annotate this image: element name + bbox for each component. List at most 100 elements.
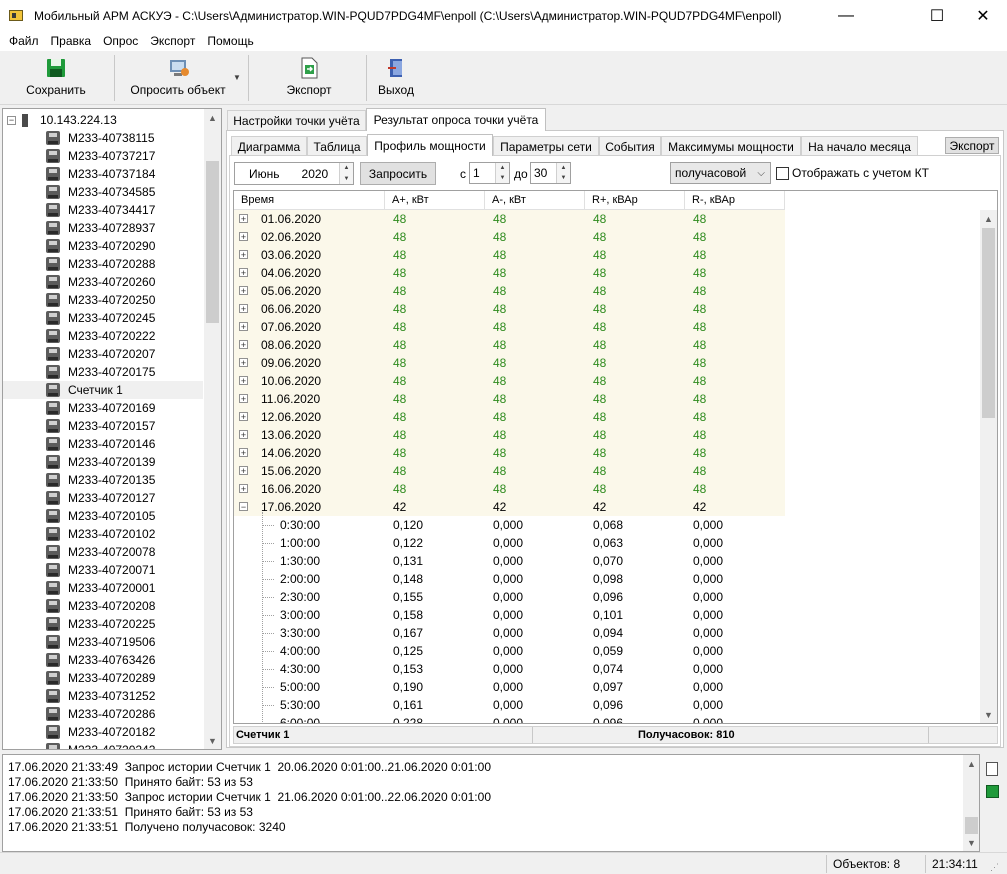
expand-icon[interactable]: + (239, 232, 248, 241)
poll-object-button[interactable]: Опросить объект (124, 54, 232, 102)
tab-power-maximums[interactable]: Максимумы мощности (661, 136, 801, 156)
col-header-r-plus[interactable]: R+, кВАр (585, 191, 685, 210)
table-row[interactable]: +16.06.2020 48 48 48 48 (234, 480, 785, 498)
col-header-r-minus[interactable]: R-, кВАр (685, 191, 785, 210)
table-row[interactable]: +13.06.2020 48 48 48 48 (234, 426, 785, 444)
scroll-down-icon[interactable]: ▼ (980, 706, 997, 723)
table-row[interactable]: +04.06.2020 48 48 48 48 (234, 264, 785, 282)
tree-item[interactable]: M233-40720175 (3, 363, 203, 381)
tree-item[interactable]: M233-40737184 (3, 165, 203, 183)
spin-down-icon[interactable]: ▼ (340, 173, 353, 184)
tree-item[interactable]: M233-40720290 (3, 237, 203, 255)
tree-item[interactable]: M233-40737217 (3, 147, 203, 165)
tree-item[interactable]: M233-40720157 (3, 417, 203, 435)
table-row[interactable]: +03.06.2020 48 48 48 48 (234, 246, 785, 264)
interval-select[interactable]: получасовой ⌵ (670, 162, 771, 184)
tree-item[interactable]: M233-40720102 (3, 525, 203, 543)
table-row[interactable]: +08.06.2020 48 48 48 48 (234, 336, 785, 354)
tree-item[interactable]: M233-40720288 (3, 255, 203, 273)
table-row[interactable]: 2:30:00 0,155 0,000 0,096 0,000 (234, 588, 785, 606)
tree-item[interactable]: M233-40728937 (3, 219, 203, 237)
expand-icon[interactable]: + (239, 430, 248, 439)
tree-item[interactable]: M233-40720182 (3, 723, 203, 741)
table-row[interactable]: +15.06.2020 48 48 48 48 (234, 462, 785, 480)
from-spinner[interactable]: ▲ ▼ (495, 163, 509, 183)
menu-file[interactable]: Файл (3, 34, 45, 48)
tree-item[interactable]: M233-40720146 (3, 435, 203, 453)
tree-item[interactable]: M233-40720135 (3, 471, 203, 489)
scroll-up-icon[interactable]: ▲ (963, 755, 979, 772)
export-button[interactable]: Экспорт (945, 137, 999, 154)
table-row[interactable]: 1:00:00 0,122 0,000 0,063 0,000 (234, 534, 785, 552)
tree-item[interactable]: M233-40720207 (3, 345, 203, 363)
scroll-down-icon[interactable]: ▼ (963, 834, 979, 851)
menu-export[interactable]: Экспорт (144, 34, 201, 48)
table-row[interactable]: +11.06.2020 48 48 48 48 (234, 390, 785, 408)
table-row[interactable]: 4:30:00 0,153 0,000 0,074 0,000 (234, 660, 785, 678)
tree-item[interactable]: M233-40720289 (3, 669, 203, 687)
table-row[interactable]: 2:00:00 0,148 0,000 0,098 0,000 (234, 570, 785, 588)
tree-item[interactable]: M233-40720071 (3, 561, 203, 579)
col-header-a-minus[interactable]: A-, кВт (485, 191, 585, 210)
tree-item[interactable]: M233-40720260 (3, 273, 203, 291)
table-row[interactable]: 5:00:00 0,190 0,000 0,097 0,000 (234, 678, 785, 696)
tree-item[interactable]: M233-40720242 (3, 741, 203, 749)
tab-point-settings[interactable]: Настройки точки учёта (227, 110, 366, 130)
poll-dropdown-arrow-icon[interactable]: ▼ (233, 73, 241, 82)
tree-item[interactable]: M233-40720139 (3, 453, 203, 471)
table-row[interactable]: 1:30:00 0,131 0,000 0,070 0,000 (234, 552, 785, 570)
tree-item[interactable]: Счетчик 1 (3, 381, 203, 399)
table-row[interactable]: 3:00:00 0,158 0,000 0,101 0,000 (234, 606, 785, 624)
col-header-time[interactable]: Время (234, 191, 385, 210)
table-row[interactable]: +12.06.2020 48 48 48 48 (234, 408, 785, 426)
to-spinner[interactable]: ▲ ▼ (556, 163, 570, 183)
power-profile-grid[interactable]: Время A+, кВт A-, кВт R+, кВАр R-, кВАр … (233, 190, 998, 724)
close-button[interactable]: ✕ (960, 0, 1006, 31)
scroll-up-icon[interactable]: ▲ (980, 210, 997, 227)
table-row[interactable]: +05.06.2020 48 48 48 48 (234, 282, 785, 300)
kt-checkbox[interactable] (776, 167, 789, 180)
month-year-picker[interactable]: Июнь 2020 ▲ ▼ (234, 162, 354, 185)
grid-scroll-thumb[interactable] (982, 228, 995, 418)
expand-icon[interactable]: + (239, 412, 248, 421)
tree-item[interactable]: M233-40720169 (3, 399, 203, 417)
from-day-stepper[interactable]: 1 ▲ ▼ (469, 162, 510, 184)
expand-icon[interactable]: + (239, 214, 248, 223)
event-log[interactable]: 17.06.2020 21:33:49 Запрос истории Счетч… (2, 754, 980, 852)
table-row[interactable]: +14.06.2020 48 48 48 48 (234, 444, 785, 462)
tree-item[interactable]: M233-40734585 (3, 183, 203, 201)
expand-icon[interactable]: + (239, 484, 248, 493)
minimize-button[interactable]: — (823, 0, 869, 31)
export-toolbar-button[interactable]: Экспорт (278, 54, 340, 102)
tree-root[interactable]: − 10.143.224.13 (3, 111, 203, 129)
tree-item[interactable]: M233-40720225 (3, 615, 203, 633)
tree-item[interactable]: M233-40738115 (3, 129, 203, 147)
table-row[interactable]: 4:00:00 0,125 0,000 0,059 0,000 (234, 642, 785, 660)
log-scrollbar[interactable]: ▲ ▼ (963, 755, 979, 851)
table-row[interactable]: 5:30:00 0,161 0,000 0,096 0,000 (234, 696, 785, 714)
resize-grip-icon[interactable]: ⋰ (990, 862, 999, 873)
tab-power-profile[interactable]: Профиль мощности (367, 134, 493, 156)
table-row[interactable]: +06.06.2020 48 48 48 48 (234, 300, 785, 318)
table-row[interactable]: +02.06.2020 48 48 48 48 (234, 228, 785, 246)
to-day-stepper[interactable]: 30 ▲ ▼ (530, 162, 571, 184)
tree-item[interactable]: M233-40720250 (3, 291, 203, 309)
exit-button[interactable]: Выход (374, 54, 418, 102)
table-row[interactable]: +09.06.2020 48 48 48 48 (234, 354, 785, 372)
grid-scrollbar[interactable]: ▲ ▼ (980, 210, 997, 723)
table-row[interactable]: 6:00:00 0,228 0,000 0,096 0,000 (234, 714, 785, 723)
tab-table[interactable]: Таблица (307, 136, 367, 156)
expand-icon[interactable]: + (239, 304, 248, 313)
spin-down-icon[interactable]: ▼ (496, 173, 509, 183)
expand-icon[interactable]: + (239, 340, 248, 349)
spin-up-icon[interactable]: ▲ (557, 163, 570, 173)
expand-icon[interactable]: + (239, 286, 248, 295)
tree-item[interactable]: M233-40720222 (3, 327, 203, 345)
scroll-down-icon[interactable]: ▼ (204, 732, 221, 749)
table-row[interactable]: 3:30:00 0,167 0,000 0,094 0,000 (234, 624, 785, 642)
log-scroll-thumb[interactable] (965, 817, 978, 834)
request-button[interactable]: Запросить (360, 162, 436, 185)
tree-item[interactable]: M233-40719506 (3, 633, 203, 651)
table-row[interactable]: +10.06.2020 48 48 48 48 (234, 372, 785, 390)
tree-item[interactable]: M233-40720078 (3, 543, 203, 561)
